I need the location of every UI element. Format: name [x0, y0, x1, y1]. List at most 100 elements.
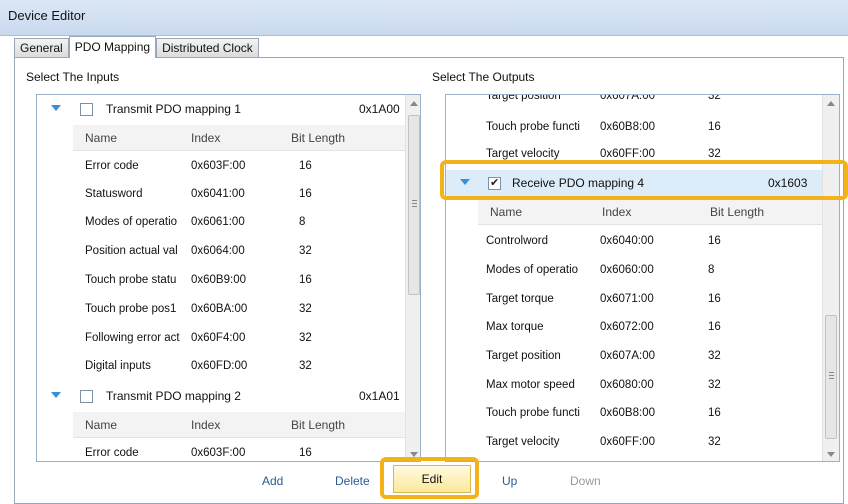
cell-name: Touch probe functi: [486, 121, 580, 133]
cell-name: Target velocity: [486, 148, 560, 160]
tab-pdo-mapping[interactable]: PDO Mapping: [68, 36, 157, 58]
cell-name: Touch probe functi: [486, 407, 580, 419]
cell-bits: 32: [299, 360, 312, 372]
table-row[interactable]: Target position 0x607A:00 32: [478, 343, 823, 371]
tab-distributed-clock[interactable]: Distributed Clock: [156, 38, 259, 58]
cell-name: Controlword: [486, 235, 548, 247]
cell-bits: 16: [708, 407, 721, 419]
cell-name: Target torque: [486, 293, 554, 305]
highlight-box-group: [440, 160, 848, 200]
cell-name: Error code: [85, 447, 139, 459]
table-row[interactable]: Touch probe statu 0x60B9:00 16: [73, 267, 405, 295]
cell-index: 0x60F4:00: [191, 332, 246, 344]
outputs-section-label: Select The Outputs: [432, 70, 535, 84]
table-row[interactable]: Controlword 0x6040:00 16: [478, 228, 823, 256]
group-name: Transmit PDO mapping 1: [106, 102, 241, 116]
column-index: Index: [191, 418, 221, 432]
table-row[interactable]: Error code 0x603F:00 16: [73, 440, 405, 461]
scroll-up-icon[interactable]: [827, 101, 835, 106]
cell-name: Target velocity: [486, 436, 560, 448]
outputs-listbox[interactable]: Target position 0x607A:00 32 Touch probe…: [445, 94, 840, 462]
expand-caret-icon[interactable]: [51, 392, 61, 398]
cell-bits: 32: [708, 94, 721, 102]
add-button[interactable]: Add: [262, 474, 283, 488]
cell-name: Modes of operatio: [85, 216, 178, 228]
table-row[interactable]: Max motor speed 0x6080:00 32: [478, 372, 823, 400]
cell-bits: 16: [299, 274, 312, 286]
cell-name: Max torque: [486, 321, 544, 333]
inputs-section-label: Select The Inputs: [26, 70, 120, 84]
table-row[interactable]: Target position 0x607A:00 32: [478, 94, 823, 111]
cell-index: 0x60FF:00: [600, 148, 655, 160]
column-index: Index: [602, 205, 632, 219]
scroll-up-icon[interactable]: [410, 101, 418, 106]
group-index: 0x1A01: [359, 389, 400, 403]
cell-index: 0x6071:00: [600, 293, 654, 305]
cell-bits: 32: [708, 379, 721, 391]
cell-name: Statusword: [85, 188, 143, 200]
edit-button[interactable]: Edit: [393, 465, 471, 493]
group-checkbox-tx1[interactable]: [80, 103, 93, 116]
column-header-row: Name Index Bit Length: [73, 412, 405, 438]
table-row[interactable]: Touch probe functi 0x60B8:00 16: [478, 114, 823, 142]
outputs-scrollbar[interactable]: [822, 95, 839, 461]
group-header-tx1[interactable]: Transmit PDO mapping 1 0x1A00: [37, 96, 405, 122]
cell-index: 0x60FD:00: [191, 360, 248, 372]
cell-bits: 16: [708, 121, 721, 133]
delete-button[interactable]: Delete: [335, 474, 370, 488]
column-header-row: Name Index Bit Length: [478, 199, 823, 225]
column-name: Name: [490, 205, 523, 219]
tab-bar: General PDO Mapping Distributed Clock: [14, 36, 259, 58]
column-index: Index: [191, 131, 221, 145]
group-header-tx2[interactable]: Transmit PDO mapping 2 0x1A01: [37, 383, 405, 409]
up-button[interactable]: Up: [502, 474, 517, 488]
table-row[interactable]: Target velocity 0x60FF:00 32: [478, 429, 823, 457]
down-button[interactable]: Down: [570, 474, 601, 488]
tab-general[interactable]: General: [14, 38, 69, 58]
cell-index: 0x60B8:00: [600, 121, 655, 133]
table-row[interactable]: Error code 0x603F:00 16: [73, 153, 405, 181]
table-row[interactable]: Touch probe functi 0x60B8:00 16: [478, 400, 823, 428]
cell-bits: 32: [708, 148, 721, 160]
cell-index: 0x6072:00: [600, 321, 654, 333]
inputs-scrollbar[interactable]: [405, 95, 420, 461]
table-row[interactable]: Touch probe pos1 0x60BA:00 32: [73, 296, 405, 324]
scroll-thumb[interactable]: [408, 115, 420, 295]
cell-bits: 32: [299, 332, 312, 344]
column-header-row: Name Index Bit Length: [73, 125, 405, 151]
table-row[interactable]: Max torque 0x6072:00 16: [478, 314, 823, 342]
cell-index: 0x6061:00: [191, 216, 245, 228]
cell-bits: 16: [708, 293, 721, 305]
cell-name: Touch probe statu: [85, 274, 177, 286]
scroll-thumb[interactable]: [825, 315, 837, 439]
table-row[interactable]: Statusword 0x6041:00 16: [73, 181, 405, 209]
cell-name: Digital inputs: [85, 360, 151, 372]
table-row[interactable]: Position actual val 0x6064:00 32: [73, 238, 405, 266]
cell-index: 0x60B9:00: [191, 274, 246, 286]
cell-bits: 32: [708, 350, 721, 362]
table-row[interactable]: Modes of operatio 0x6061:00 8: [73, 209, 405, 237]
scroll-down-icon[interactable]: [827, 452, 835, 457]
group-checkbox-tx2[interactable]: [80, 390, 93, 403]
table-row[interactable]: Following error act 0x60F4:00 32: [73, 325, 405, 353]
cell-index: 0x603F:00: [191, 447, 246, 459]
cell-bits: 16: [299, 447, 312, 459]
cell-index: 0x60FF:00: [600, 436, 655, 448]
cell-name: Position actual val: [85, 245, 178, 257]
table-row[interactable]: Modes of operatio 0x6060:00 8: [478, 257, 823, 285]
column-bit-length: Bit Length: [710, 205, 765, 219]
cell-name: Target position: [486, 350, 561, 362]
expand-caret-icon[interactable]: [51, 105, 61, 111]
column-name: Name: [85, 418, 118, 432]
cell-index: 0x6080:00: [600, 379, 654, 391]
cell-bits: 16: [708, 321, 721, 333]
cell-name: Max motor speed: [486, 379, 575, 391]
cell-name: Modes of operatio: [486, 264, 579, 276]
cell-name: Following error act: [85, 332, 180, 344]
table-row[interactable]: Digital inputs 0x60FD:00 32: [73, 353, 405, 381]
inputs-listbox[interactable]: Transmit PDO mapping 1 0x1A00 Name Index…: [36, 94, 421, 462]
column-bit-length: Bit Length: [291, 131, 346, 145]
cell-index: 0x60B8:00: [600, 407, 655, 419]
cell-index: 0x6064:00: [191, 245, 245, 257]
table-row[interactable]: Target torque 0x6071:00 16: [478, 286, 823, 314]
